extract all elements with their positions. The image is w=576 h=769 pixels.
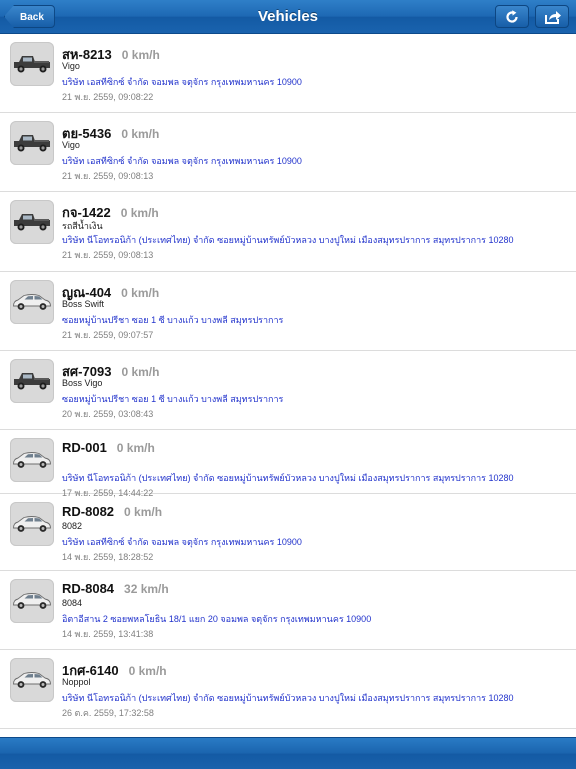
vehicle-row[interactable]: ตย-5436 0 km/h Vigo บริษัท เอสทีซิกซ์ จำกัด…: [0, 113, 576, 192]
vehicle-speed: 0 km/h: [128, 664, 167, 678]
vehicle-plate: RD-8082: [62, 504, 115, 519]
vehicle-thumbnail: [10, 280, 54, 324]
share-button[interactable]: [535, 5, 569, 28]
vehicle-model: รถสีน้ำเงิน: [62, 221, 103, 231]
vehicle-timestamp: 14 พ.ย. 2559, 13:41:38: [62, 629, 154, 639]
vehicle-thumbnail: [10, 200, 54, 244]
plate-line: RD-8082 0 km/h: [62, 504, 162, 519]
vehicle-address: บริษัท เอสทีซิกซ์ จำกัด จอมพล จตุจักร กร…: [62, 156, 302, 166]
vehicle-row[interactable]: กจ-1422 0 km/h รถสีน้ำเงินบริษัท นีโอทรอนิ…: [0, 192, 576, 272]
vehicle-row[interactable]: สศ-7093 0 km/h Boss Vigo ซอยหมู่บ้านปรีชา ซ…: [0, 351, 576, 430]
vehicle-speed: 0 km/h: [121, 365, 160, 379]
vehicle-row[interactable]: RD-001 0 km/h บริษัท นีโอทรอนิก้า (ประเทศไ…: [0, 430, 576, 498]
vehicle-address: บริษัท เอสทีซิกซ์ จำกัด จอมพล จตุจักร กร…: [62, 77, 302, 87]
navigation-bar: Vehicles Back: [0, 0, 576, 34]
vehicle-row[interactable]: ญณ-404 0 km/h Boss Swift ซอยหมู่บ้านปรีชา ซ…: [0, 272, 576, 351]
bottom-toolbar: [0, 737, 576, 769]
vehicle-row[interactable]: สห-8213 0 km/h Vigo บริษัท เอสทีซิกซ์ จำกัด…: [0, 34, 576, 113]
vehicle-plate: 1กศ-6140: [62, 663, 119, 678]
vehicle-timestamp: 21 พ.ย. 2559, 09:08:22: [62, 92, 154, 102]
vehicle-address: บริษัท นีโอทรอนิก้า (ประเทศไทย) จำกัด ซอ…: [62, 473, 514, 483]
vehicle-speed: 0 km/h: [116, 441, 155, 455]
back-button[interactable]: Back: [4, 5, 55, 28]
vehicle-timestamp: 14 พ.ย. 2559, 18:28:52: [62, 552, 154, 562]
vehicle-thumbnail: [10, 658, 54, 702]
share-icon: [545, 11, 561, 24]
vehicle-thumbnail: [10, 121, 54, 165]
vehicle-plate: RD-001: [62, 440, 107, 455]
vehicle-speed: 0 km/h: [120, 206, 159, 220]
vehicle-timestamp: 20 พ.ย. 2559, 03:08:43: [62, 409, 154, 419]
vehicle-speed: 0 km/h: [121, 286, 160, 300]
vehicle-timestamp: 21 พ.ย. 2559, 09:07:57: [62, 330, 154, 340]
vehicle-speed: 0 km/h: [121, 127, 160, 141]
vehicle-speed: 32 km/h: [124, 582, 169, 596]
vehicle-thumbnail: [10, 359, 54, 403]
vehicle-row[interactable]: RD-8084 32 km/h 8084 อิตาอีสาน 2 ซอยพหลโยธิ…: [0, 571, 576, 650]
vehicle-thumbnail: [10, 579, 54, 623]
vehicle-speed: 0 km/h: [124, 505, 163, 519]
vehicle-plate: ตย-5436: [62, 126, 112, 141]
vehicle-address: ซอยหมู่บ้านปรีชา ซอย 1 ซี บางแก้ว บางพลี…: [62, 394, 284, 404]
vehicle-address: บริษัท นีโอทรอนิก้า (ประเทศไทย) จำกัด ซอ…: [62, 235, 514, 245]
vehicle-model: Boss Vigo: [62, 378, 103, 388]
plate-line: RD-8084 32 km/h: [62, 581, 169, 596]
vehicle-speed: 0 km/h: [121, 48, 160, 62]
vehicle-model: 8082: [62, 521, 83, 531]
plate-line: RD-001 0 km/h: [62, 440, 155, 455]
vehicle-model: Noppol: [62, 677, 91, 687]
vehicle-plate: ญณ-404: [62, 285, 112, 300]
refresh-button[interactable]: [495, 5, 529, 28]
vehicle-model: Vigo: [62, 61, 80, 71]
vehicle-address: อิตาอีสาน 2 ซอยพหลโยธิน 18/1 แยก 20 จอมพ…: [62, 614, 372, 624]
vehicle-model: Boss Swift: [62, 299, 105, 309]
vehicle-thumbnail: [10, 502, 54, 546]
vehicle-address: บริษัท นีโอทรอนิก้า (ประเทศไทย) จำกัด ซอ…: [62, 693, 514, 703]
vehicle-list: สห-8213 0 km/h Vigo บริษัท เอสทีซิกซ์ จำกัด…: [0, 34, 576, 729]
vehicle-plate: กจ-1422: [62, 205, 111, 220]
vehicle-timestamp: 26 ต.ค. 2559, 17:32:58: [62, 708, 154, 718]
vehicle-row[interactable]: 1กศ-6140 0 km/h Noppol บริษัท นีโอทรอนิก้า …: [0, 650, 576, 729]
vehicle-plate: RD-8084: [62, 581, 115, 596]
vehicle-model: 8084: [62, 598, 83, 608]
page-title: Vehicles: [257, 8, 319, 25]
vehicle-address: บริษัท เอสทีซิกซ์ จำกัด จอมพล จตุจักร กร…: [62, 537, 302, 547]
vehicle-timestamp: 21 พ.ย. 2559, 09:08:13: [62, 250, 154, 260]
vehicle-plate: สห-8213: [62, 47, 112, 62]
vehicle-row[interactable]: RD-8082 0 km/h 8082 บริษัท เอสทีซิกซ์ จำกัด…: [0, 494, 576, 571]
vehicle-address: ซอยหมู่บ้านปรีชา ซอย 1 ซี บางแก้ว บางพลี…: [62, 315, 284, 325]
vehicle-thumbnail: [10, 42, 54, 86]
vehicle-model: Vigo: [62, 140, 80, 150]
refresh-icon: [506, 10, 518, 23]
vehicle-timestamp: 21 พ.ย. 2559, 09:08:13: [62, 171, 154, 181]
vehicle-thumbnail: [10, 438, 54, 482]
vehicle-plate: สศ-7093: [62, 364, 112, 379]
